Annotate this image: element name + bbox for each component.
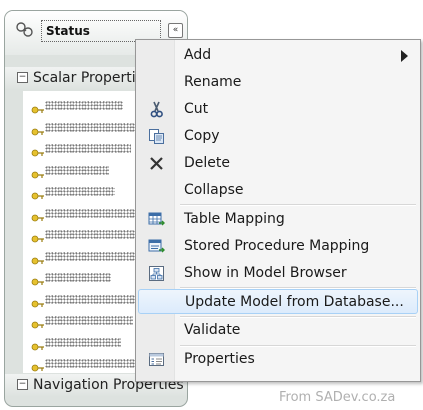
menu-item-label: Cut [184, 101, 209, 117]
property-key-icon [31, 315, 45, 329]
collapse-entity-button[interactable]: « [168, 23, 183, 38]
context-menu: Add Rename Cut Copy Delete Collapse Tabl… [135, 39, 421, 382]
menu-item-collapse[interactable]: Collapse [138, 178, 418, 203]
scalar-properties-toggle[interactable]: − [17, 72, 28, 83]
menu-item-stored-procedure-mapping[interactable]: Stored Procedure Mapping [138, 234, 418, 259]
menu-separator [180, 204, 416, 206]
obscured-property-name [45, 208, 143, 218]
menu-item-validate[interactable]: Validate [138, 318, 418, 343]
property-key-icon [31, 122, 45, 135]
obscured-property-name [45, 359, 139, 368]
menu-item-label: Collapse [184, 182, 244, 198]
obscured-property-name [45, 230, 147, 239]
property-key-icon [31, 186, 45, 200]
obscured-property-name [45, 122, 137, 132]
property-key-icon [31, 337, 45, 350]
menu-item-cut[interactable]: Cut [138, 97, 418, 122]
menu-item-label: Validate [184, 322, 241, 338]
property-key-icon [31, 143, 45, 157]
submenu-arrow-icon [401, 50, 408, 62]
menu-item-label: Stored Procedure Mapping [184, 238, 370, 254]
menu-item-label: Copy [184, 128, 220, 144]
menu-item-label: Show in Model Browser [184, 265, 347, 281]
menu-item-label: Add [184, 47, 212, 63]
stored-procedure-mapping-icon [148, 239, 165, 253]
menu-item-label: Properties [184, 351, 255, 367]
obscured-property-name [45, 316, 133, 325]
property-key-icon [31, 208, 45, 221]
property-key-icon [31, 358, 45, 372]
property-key-icon [31, 100, 45, 114]
source-credit: From SADev.co.za [279, 390, 396, 405]
property-key-icon [31, 272, 45, 286]
model-browser-icon [149, 266, 164, 281]
property-key-icon [31, 229, 45, 243]
menu-item-rename[interactable]: Rename [138, 70, 418, 95]
menu-item-table-mapping[interactable]: Table Mapping [138, 207, 418, 232]
obscured-property-name [45, 165, 109, 175]
navigation-properties-toggle[interactable]: − [17, 379, 28, 390]
obscured-property-name [45, 273, 111, 282]
cut-icon [150, 101, 163, 118]
menu-item-show-in-model-browser[interactable]: Show in Model Browser [138, 261, 418, 286]
copy-icon [149, 129, 164, 144]
obscured-property-name [45, 144, 131, 153]
properties-icon [149, 353, 164, 366]
menu-item-add[interactable]: Add [138, 43, 418, 68]
scalar-properties-label: Scalar Properties [33, 70, 152, 86]
obscured-property-name [45, 251, 141, 261]
property-key-icon [31, 251, 45, 264]
property-key-icon [31, 294, 45, 307]
menu-item-copy[interactable]: Copy [138, 124, 418, 149]
menu-item-label: Rename [184, 74, 242, 90]
menu-item-delete[interactable]: Delete [138, 151, 418, 176]
obscured-property-name [45, 101, 123, 110]
property-key-icon [31, 165, 45, 178]
table-mapping-icon [148, 212, 165, 226]
entity-type-icon [16, 22, 33, 37]
menu-item-label: Delete [184, 155, 230, 171]
obscured-property-name [45, 294, 145, 304]
delete-icon [150, 157, 163, 170]
menu-item-update-model-from-database[interactable]: Update Model from Database... [138, 289, 418, 314]
menu-item-properties[interactable]: Properties [138, 347, 418, 372]
menu-item-label: Update Model from Database... [185, 294, 404, 310]
obscured-property-name [45, 187, 115, 196]
obscured-property-name [45, 337, 121, 347]
menu-item-label: Table Mapping [184, 211, 285, 227]
